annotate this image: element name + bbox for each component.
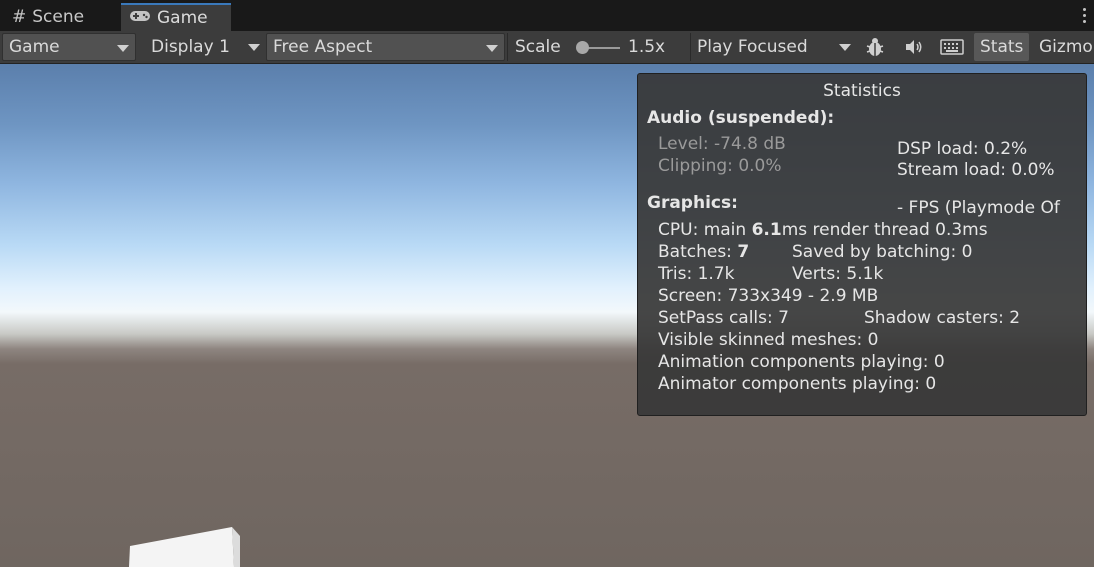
bug-icon[interactable]	[858, 33, 892, 61]
display-dropdown-label: Display 1	[151, 37, 230, 57]
stream-load: Stream load: 0.0%	[897, 160, 1055, 180]
setpass-stat: SetPass calls: 7	[658, 308, 789, 328]
shadow-casters-stat: Shadow casters: 2	[864, 308, 1021, 328]
fps-readout: - FPS (Playmode Of	[897, 198, 1060, 218]
chevron-down-icon	[839, 44, 851, 51]
tris-stat: Tris: 1.7k	[658, 264, 735, 284]
animator-components-stat: Animator components playing: 0	[658, 374, 937, 394]
cpu-main-ms: 6.1	[751, 220, 782, 240]
audio-clipping: Clipping: 0.0%	[658, 156, 782, 176]
batches-stat: Batches: 7	[658, 242, 749, 262]
keyboard-icon[interactable]	[935, 33, 969, 61]
scale-value: 1.5x	[628, 37, 666, 57]
game-view-dropdown[interactable]: Game	[2, 33, 136, 61]
scale-label: Scale	[515, 37, 561, 57]
game-view-dropdown-label: Game	[9, 37, 60, 57]
play-mode-dropdown-label: Play Focused	[697, 37, 808, 57]
tab-game[interactable]: Game	[121, 3, 231, 31]
more-options-icon[interactable]	[1083, 8, 1087, 26]
aspect-dropdown[interactable]: Free Aspect	[266, 33, 505, 61]
scale-slider-track[interactable]	[584, 47, 620, 49]
screen-stat: Screen: 733x349 - 2.9 MB	[658, 286, 879, 306]
display-dropdown[interactable]: Display 1	[141, 33, 264, 61]
tab-scene[interactable]: # Scene	[0, 3, 120, 31]
cpu-suffix: ms render thread 0.3ms	[781, 220, 988, 240]
verts-stat: Verts: 5.1k	[792, 264, 884, 284]
divider	[690, 33, 691, 61]
play-mode-dropdown[interactable]: Play Focused	[692, 33, 857, 61]
statistics-title: Statistics	[823, 81, 901, 101]
tab-scene-label: Scene	[32, 7, 85, 27]
gizmos-dropdown[interactable]: Gizmo	[1039, 33, 1093, 61]
cpu-stats: CPU: main 6.1ms render thread 0.3ms	[658, 220, 988, 240]
divider	[507, 33, 508, 61]
chevron-down-icon	[486, 45, 498, 52]
cpu-prefix: CPU: main	[658, 220, 752, 240]
stats-toggle-button[interactable]: Stats	[974, 33, 1030, 61]
graphics-header: Graphics:	[647, 193, 738, 213]
chevron-down-icon	[248, 44, 260, 51]
game-toolbar: Game Display 1 Free Aspect Scale 1.5x Pl…	[0, 31, 1094, 64]
dsp-load: DSP load: 0.2%	[897, 139, 1028, 159]
speaker-icon[interactable]	[897, 33, 931, 61]
audio-level: Level: -74.8 dB	[658, 134, 786, 154]
scale-slider-handle[interactable]	[576, 41, 589, 54]
tab-bar: # Scene Game	[0, 0, 1094, 31]
batches-prefix: Batches:	[658, 242, 738, 262]
hash-icon: #	[12, 7, 27, 27]
tab-game-label: Game	[157, 8, 208, 28]
statistics-panel: Statistics Audio (suspended): Level: -74…	[637, 73, 1087, 416]
aspect-dropdown-label: Free Aspect	[273, 37, 373, 57]
cube-object	[129, 527, 240, 567]
audio-header: Audio (suspended):	[647, 108, 835, 128]
animation-components-stat: Animation components playing: 0	[658, 352, 945, 372]
saved-by-batching: Saved by batching: 0	[792, 242, 973, 262]
skinned-meshes-stat: Visible skinned meshes: 0	[658, 330, 879, 350]
chevron-down-icon	[117, 45, 129, 52]
batches-value: 7	[737, 242, 750, 262]
gamepad-icon	[129, 8, 151, 28]
